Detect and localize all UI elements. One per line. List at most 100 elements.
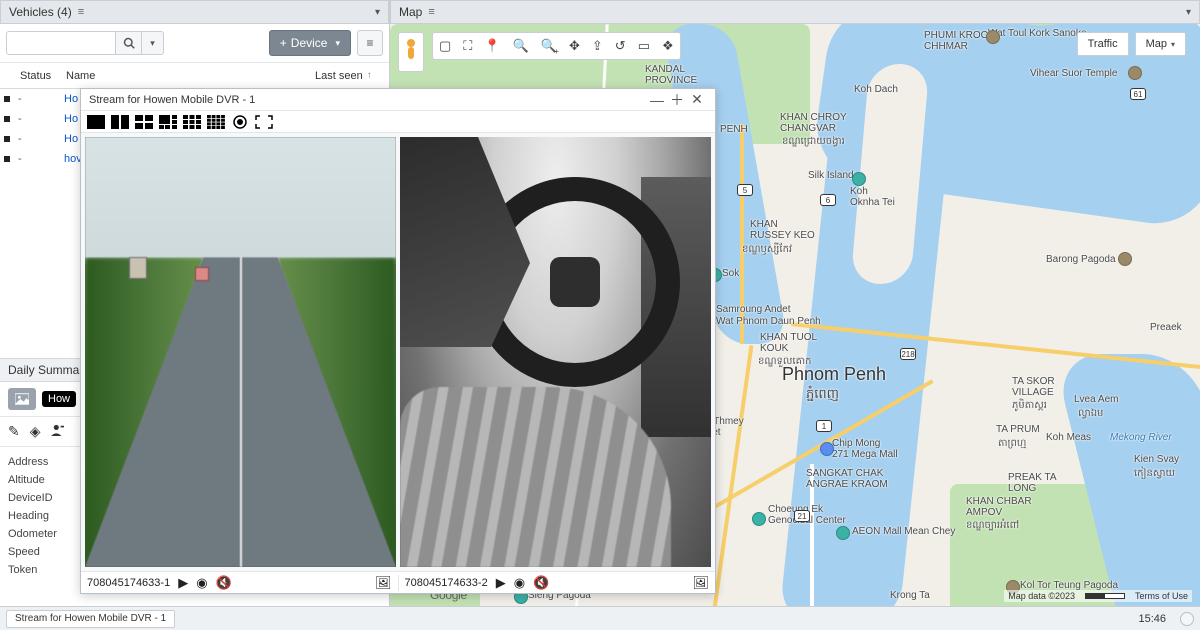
col-name[interactable]: Name [60,70,309,82]
close-button[interactable]: ✕ [687,91,707,108]
status-dot-icon [4,116,10,122]
layout-4x4-icon[interactable] [207,115,225,129]
plus-icon: + [280,36,287,50]
map-label: តាព្រហ្ម [998,436,1026,451]
search-dropdown[interactable]: ▾ [142,31,164,55]
layout-2x2-icon[interactable] [135,115,153,129]
chevron-down-icon: ▾ [335,38,340,49]
target-icon[interactable]: ◈ [30,423,41,440]
pegman-icon[interactable] [398,32,424,72]
map-label: ភូមិតាស្គរ [1012,398,1047,413]
col-status[interactable]: Status [14,70,60,82]
poi-icon[interactable] [1128,66,1142,80]
upload-icon[interactable]: ⇪ [592,38,603,54]
snapshot-icon[interactable]: 🖼 [692,575,709,591]
fit-icon[interactable]: ✥ [569,38,580,54]
map-label: ខណ្ឌច្បារអំពៅ [966,518,1019,533]
device-button-label: Device [291,36,328,50]
search-button[interactable] [116,31,142,55]
add-device-button[interactable]: + Device ▾ [269,30,351,56]
poi-icon[interactable] [752,512,766,526]
ruler-icon[interactable]: ▭ [638,38,650,54]
map-title: Map [399,5,422,19]
chevron-down-icon: ▾ [1171,40,1175,49]
pin-icon[interactable]: 📍 [484,38,500,54]
layers-icon[interactable]: ❖ [662,38,674,54]
video-tile-1[interactable] [85,137,396,567]
map-city-label-kh: ភ្នំពេញ [806,386,839,405]
layout-1x1-icon[interactable] [87,115,105,129]
status-dot-icon [4,136,10,142]
poi-icon[interactable] [1118,252,1132,266]
stop-icon[interactable]: ◉ [196,575,207,591]
map-label: Barong Pagoda [1046,254,1116,265]
map-label: KHAN RUSSEY KEO [750,219,815,241]
layout-1x2-icon[interactable] [111,115,129,129]
vehicles-collapse-icon[interactable]: ▾ [375,7,380,18]
mute-icon[interactable]: 🔇 [533,575,549,591]
video-tile-2[interactable] [400,137,711,567]
route-shield: 61 [1130,88,1146,100]
route-shield: 218 [900,348,916,360]
play-icon[interactable]: ▶ [496,575,506,591]
maximize-button[interactable]: ＋ [667,90,687,110]
edit-icon[interactable]: ✎ [8,423,20,440]
map-label: TA SKOR VILLAGE [1012,376,1055,398]
terms-link[interactable]: Terms of Use [1135,591,1188,601]
search-icon [123,37,135,49]
vehicle-tag[interactable]: How [42,391,76,407]
fullscreen-icon[interactable] [255,115,273,129]
map-attribution: Map data ©2023 Terms of Use [1004,590,1192,602]
clock-icon[interactable] [1180,612,1194,626]
zoom-in-icon[interactable]: 🔍+ [541,38,557,54]
record-icon[interactable] [231,115,249,129]
search-input[interactable] [6,31,116,55]
col-last-seen[interactable]: Last seen ↑ [309,70,389,82]
vehicles-toolbar: ▾ + Device ▾ ≡ [0,24,389,63]
reload-icon[interactable]: ↺ [615,38,626,54]
map-label: Kien Svay [1134,454,1179,465]
map-label: Koh Oknha Tei [850,186,895,208]
box-select-icon[interactable]: ▢ [439,38,451,54]
mute-icon[interactable]: 🔇 [216,575,232,591]
status-dot-icon [4,96,10,102]
fullscreen-icon[interactable]: ⛶ [463,38,472,54]
video-stream-dialog[interactable]: Stream for Howen Mobile DVR - 1 — ＋ ✕ [80,88,716,594]
map-menu-icon[interactable]: ≡ [428,6,434,18]
map-label: Chip Mong 271 Mega Mall [832,438,898,460]
traffic-button[interactable]: Traffic [1077,32,1129,56]
poi-icon[interactable] [820,442,834,456]
map-label: Vihear Suor Temple [1030,68,1117,79]
map-panel-header: Map ≡ ▾ [390,0,1200,24]
map-type-button[interactable]: Map▾ [1135,32,1186,56]
play-icon[interactable]: ▶ [178,575,188,591]
map-collapse-icon[interactable]: ▾ [1186,7,1191,18]
remove-person-icon[interactable] [51,423,65,440]
stop-icon[interactable]: ◉ [514,575,525,591]
vehicles-menu-icon[interactable]: ≡ [78,6,84,18]
map-label: Samroung Andet [716,304,791,315]
poi-icon[interactable] [852,172,866,186]
poi-icon[interactable] [836,526,850,540]
task-tab[interactable]: Stream for Howen Mobile DVR - 1 [6,610,175,628]
poi-icon[interactable] [986,30,1000,44]
zoom-out-icon[interactable]: 🔍 [513,38,529,54]
map-label: PHUMI KROCH CHHMAR [924,30,995,52]
route-shield: 6 [820,194,836,206]
vehicles-title: Vehicles (4) [9,5,72,19]
dialog-title: Stream for Howen Mobile DVR - 1 [89,94,255,106]
map-label: កៀនស្វាយ [1134,466,1175,481]
layout-3x3-icon[interactable] [183,115,201,129]
route-shield: 1 [816,420,832,432]
snapshot-icon[interactable]: 🖼 [375,575,392,591]
map-label: Preaek [1150,322,1182,333]
layout-1plus5-icon[interactable] [159,115,177,129]
dialog-titlebar[interactable]: Stream for Howen Mobile DVR - 1 — ＋ ✕ [81,89,715,111]
sort-asc-icon: ↑ [367,70,372,81]
vehicles-grid-header: Status Name Last seen ↑ [0,63,389,89]
video-layout-toolbar [81,111,715,133]
options-button[interactable]: ≡ [357,30,383,56]
map-label: AEON Mall Mean Chey [852,526,955,537]
minimize-button[interactable]: — [647,92,667,108]
image-icon[interactable] [8,388,36,410]
